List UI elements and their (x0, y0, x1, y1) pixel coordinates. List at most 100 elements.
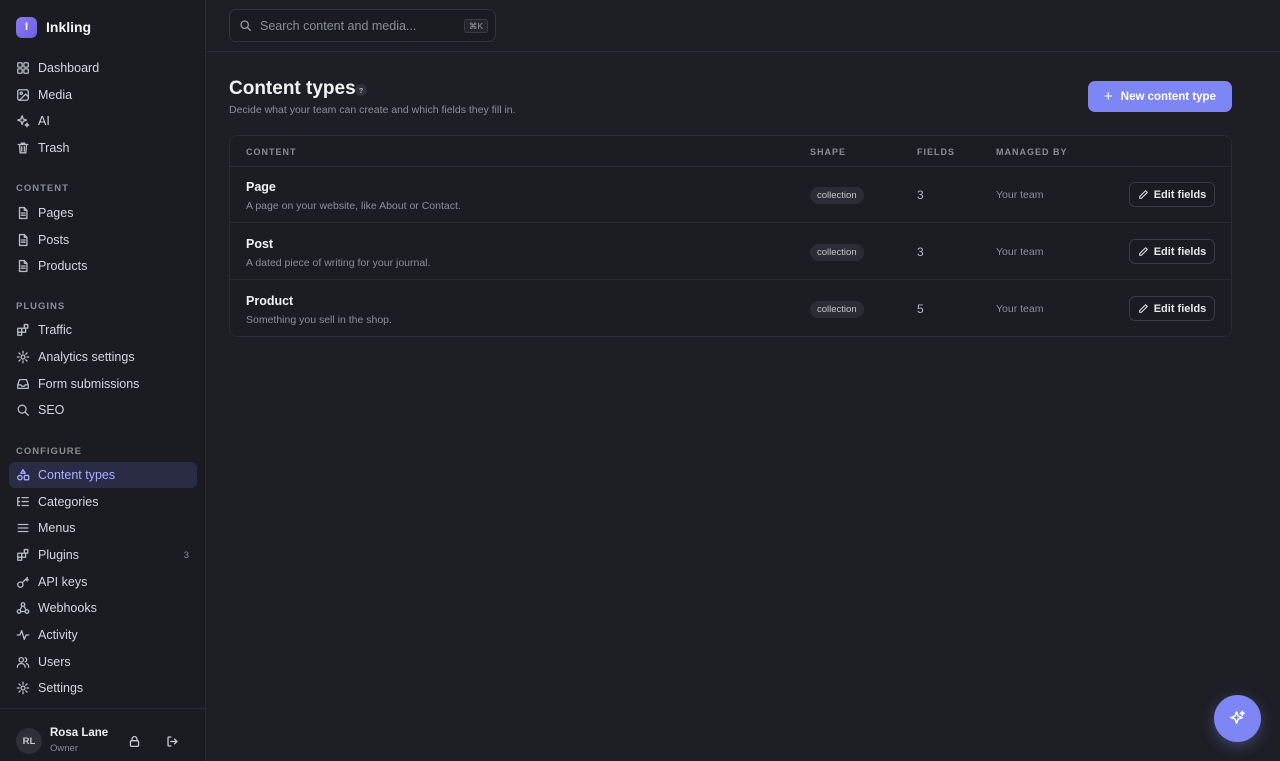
sidebar-item-label: Posts (38, 233, 70, 247)
edit-fields-label: Edit fields (1153, 188, 1207, 201)
sidebar-item-media[interactable]: Media (9, 82, 197, 108)
new-content-type-button[interactable]: + New content type (1088, 81, 1232, 112)
fields-count: 3 (917, 245, 924, 259)
sidebar-item-dashboard[interactable]: Dashboard (9, 55, 197, 81)
webhook-icon (16, 601, 30, 615)
content-type-description: A dated piece of writing for your journa… (246, 257, 431, 269)
list-tree-icon (16, 495, 30, 509)
search-input[interactable] (260, 18, 460, 33)
edit-fields-label: Edit fields (1153, 245, 1207, 258)
sidebar-item-users[interactable]: Users (9, 649, 197, 675)
search-box[interactable]: ⌘K (229, 9, 496, 42)
content-type-name[interactable]: Post (246, 237, 273, 251)
lock-icon[interactable] (126, 733, 142, 749)
sidebar-item-label: Plugins (38, 548, 79, 562)
sidebar: I Inkling Dashboard Media AI Trash CONTE… (0, 0, 206, 761)
sidebar-item-label: Dashboard (38, 61, 100, 75)
sidebar-item-form-submissions[interactable]: Form submissions (9, 371, 197, 397)
sidebar-item-label: Pages (38, 206, 74, 220)
user-panel: RL Rosa Lane Owner (0, 708, 205, 761)
fields-count: 5 (917, 302, 924, 316)
logout-icon[interactable] (164, 733, 180, 749)
content-type-name[interactable]: Product (246, 294, 293, 308)
gear-icon (16, 350, 30, 364)
sidebar-item-label: Trash (38, 141, 70, 155)
sidebar-item-seo[interactable]: SEO (9, 397, 197, 423)
user-name: Rosa Lane (50, 727, 109, 739)
sidebar-item-menus[interactable]: Menus (9, 515, 197, 541)
pencil-icon (1138, 303, 1149, 314)
sidebar-item-label: API keys (38, 575, 88, 589)
document-icon (16, 259, 30, 273)
sidebar-item-label: Traffic (38, 323, 73, 337)
plugins-count-badge: 3 (183, 549, 189, 561)
content-type-description: A page on your website, like About or Co… (246, 200, 461, 212)
sidebar-item-analytics-settings[interactable]: Analytics settings (9, 344, 197, 370)
shapes-icon (16, 468, 30, 482)
sidebar-item-products[interactable]: Products (9, 253, 197, 279)
topbar: ⌘K (206, 0, 1280, 52)
help-icon[interactable]: ? (355, 84, 367, 96)
managed-by: Your team (996, 189, 1044, 201)
search-icon (239, 19, 252, 32)
inbox-icon (16, 377, 30, 391)
table-row[interactable]: Page A page on your website, like About … (230, 167, 1231, 223)
pencil-icon (1138, 189, 1149, 200)
image-icon (16, 88, 30, 102)
search-icon (16, 403, 30, 417)
sidebar-item-trash[interactable]: Trash (9, 135, 197, 161)
sidebar-item-label: Content types (38, 468, 116, 482)
edit-fields-button[interactable]: Edit fields (1129, 296, 1215, 321)
section-label-plugins: PLUGINS (16, 301, 66, 312)
content-type-description: Something you sell in the shop. (246, 314, 392, 326)
sidebar-item-label: Products (38, 259, 88, 273)
brand-name: Inkling (46, 19, 92, 35)
document-icon (16, 233, 30, 247)
table-header: CONTENT SHAPE FIELDS MANAGED BY (230, 136, 1231, 167)
brand[interactable]: I Inkling (16, 16, 91, 38)
managed-by: Your team (996, 303, 1044, 315)
plus-icon: + (1104, 88, 1113, 105)
content-type-name[interactable]: Page (246, 180, 276, 194)
table-row[interactable]: Product Something you sell in the shop. … (230, 281, 1231, 336)
user-role: Owner (50, 743, 78, 754)
sidebar-item-webhooks[interactable]: Webhooks (9, 595, 197, 621)
section-label-configure: CONFIGURE (16, 446, 82, 457)
sidebar-item-label: Activity (38, 628, 78, 642)
pencil-icon (1138, 246, 1149, 257)
sparkle-icon (1230, 710, 1245, 725)
page-title: Content types (229, 78, 356, 99)
sidebar-item-categories[interactable]: Categories (9, 489, 197, 515)
content-types-table: CONTENT SHAPE FIELDS MANAGED BY Page A p… (229, 135, 1232, 337)
sidebar-item-api-keys[interactable]: API keys (9, 569, 197, 595)
ai-assistant-button[interactable] (1214, 695, 1261, 742)
column-header-fields: FIELDS (917, 147, 956, 157)
fields-count: 3 (917, 188, 924, 202)
column-header-managed-by: MANAGED BY (996, 147, 1068, 157)
edit-fields-button[interactable]: Edit fields (1129, 239, 1215, 264)
sidebar-item-content-types[interactable]: Content types (9, 462, 197, 488)
sidebar-item-activity[interactable]: Activity (9, 622, 197, 648)
sidebar-item-label: Media (38, 88, 73, 102)
edit-fields-label: Edit fields (1153, 302, 1207, 315)
sidebar-item-settings[interactable]: Settings (9, 675, 197, 701)
avatar[interactable]: RL (16, 728, 42, 754)
sidebar-item-label: Settings (38, 681, 84, 695)
managed-by: Your team (996, 246, 1044, 258)
gear-icon (16, 681, 30, 695)
search-shortcut-hint: ⌘K (463, 19, 488, 33)
sidebar-item-posts[interactable]: Posts (9, 227, 197, 253)
sidebar-item-plugins[interactable]: Plugins 3 (9, 542, 197, 568)
sparkle-icon (16, 114, 30, 128)
sidebar-item-label: Menus (38, 521, 76, 535)
table-row[interactable]: Post A dated piece of writing for your j… (230, 224, 1231, 280)
shape-badge: collection (810, 244, 864, 261)
sidebar-item-ai[interactable]: AI (9, 108, 197, 134)
sidebar-item-traffic[interactable]: Traffic (9, 317, 197, 343)
edit-fields-button[interactable]: Edit fields (1129, 182, 1215, 207)
sidebar-item-pages[interactable]: Pages (9, 200, 197, 226)
trash-icon (16, 141, 30, 155)
sidebar-item-label: Webhooks (38, 601, 97, 615)
sidebar-item-label: Users (38, 655, 71, 669)
column-header-content: CONTENT (246, 147, 297, 157)
